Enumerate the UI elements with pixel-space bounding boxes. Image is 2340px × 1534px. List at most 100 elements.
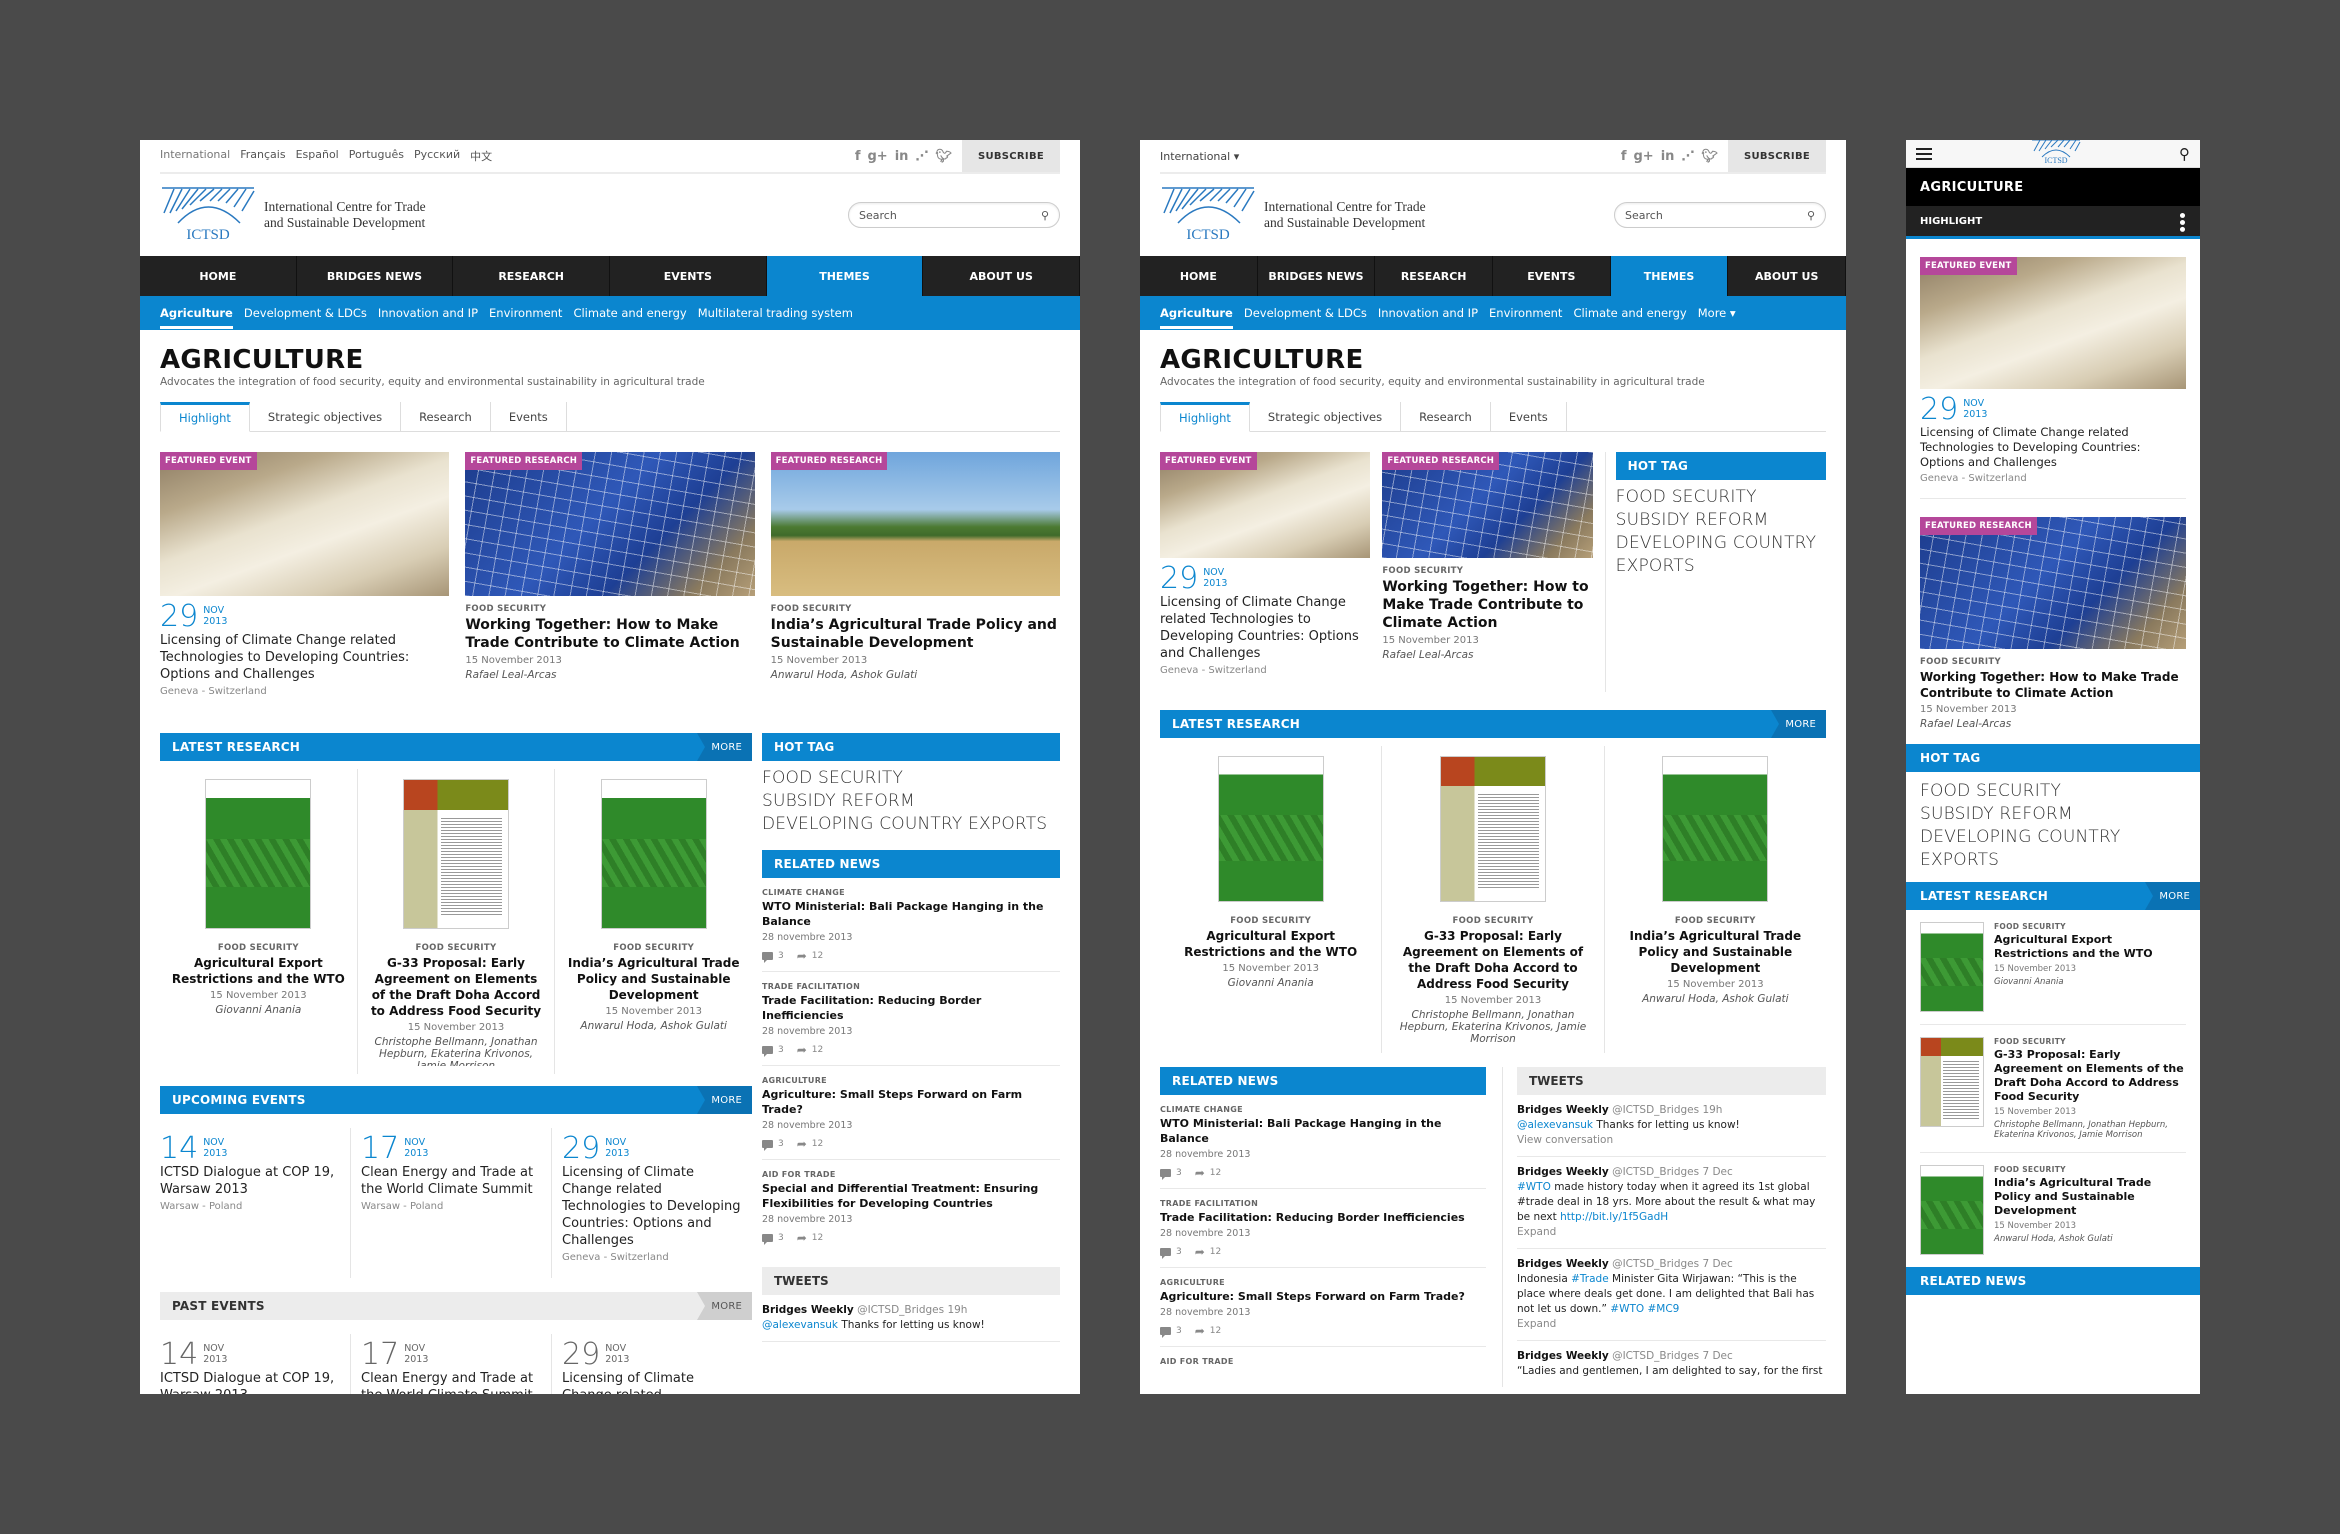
event-item[interactable]: 14 NOV2013 ICTSD Dialogue at COP 19, Wars… (160, 1128, 351, 1278)
news-title[interactable]: Trade Facilitation: Reducing Border Inef… (762, 993, 1060, 1023)
featured-image[interactable]: FEATURED EVENT (160, 452, 450, 596)
more-options-icon[interactable]: ••• (2173, 211, 2189, 232)
hot-tag[interactable]: FOOD SECURITY (762, 767, 1060, 790)
share-icon[interactable]: ➦ (797, 949, 807, 963)
event-title[interactable]: Licensing of Climate Change related Tech… (1160, 594, 1370, 662)
event-title[interactable]: Licensing of Climate Change related Tech… (160, 632, 449, 683)
logo[interactable]: ICTSD International Centre for Trade and… (1160, 187, 1426, 243)
lang-link[interactable]: International (160, 148, 230, 164)
comment-icon[interactable] (1160, 1248, 1171, 1259)
event-item[interactable]: 29 NOV2013 Licensing of Climate Change re… (552, 1334, 752, 1395)
featured-research-card[interactable]: FEATURED RESEARCH FOOD SECURITY Working … (465, 452, 755, 697)
event-title[interactable]: Licensing of Climate Change related Tech… (562, 1370, 742, 1394)
event-title[interactable]: ICTSD Dialogue at COP 19, Warsaw 2013 (160, 1164, 340, 1198)
logo[interactable]: ICTSD (2030, 140, 2082, 169)
lang-link[interactable]: Русский (414, 148, 460, 164)
subnav-agriculture[interactable]: Agriculture (160, 297, 233, 329)
tab-highlight[interactable]: Highlight (1160, 402, 1250, 432)
share-icon[interactable]: ➦ (1195, 1245, 1205, 1259)
subnav-innovation[interactable]: Innovation and IP (378, 306, 478, 320)
more-button[interactable]: MORE (2145, 882, 2200, 910)
research-cover[interactable] (1920, 1037, 1984, 1127)
lang-link[interactable]: Français (240, 148, 285, 164)
tweet-author[interactable]: Bridges Weekly (1517, 1104, 1609, 1116)
research-cover[interactable] (1920, 1165, 1984, 1255)
facebook-icon[interactable]: f (855, 149, 861, 164)
research-cover[interactable] (403, 779, 509, 929)
event-title[interactable]: ICTSD Dialogue at COP 19, Warsaw 2013 (160, 1370, 340, 1394)
subscribe-button[interactable]: SUBSCRIBE (1727, 140, 1826, 172)
nav-research[interactable]: RESEARCH (453, 256, 611, 296)
rss-icon[interactable]: ⋰ (1681, 149, 1694, 164)
featured-image[interactable]: FEATURED EVENT (1160, 452, 1371, 558)
research-cover[interactable] (205, 779, 312, 929)
featured-image[interactable]: FEATURED EVENT (1920, 257, 2186, 389)
news-item[interactable]: TRADE FACILITATION Trade Facilitation: R… (1160, 1189, 1486, 1268)
subnav-multilateral[interactable]: Multilateral trading system (698, 306, 853, 320)
rss-icon[interactable]: ⋰ (915, 149, 928, 164)
tab-research[interactable]: Research (1401, 402, 1491, 431)
subnav-climate[interactable]: Climate and energy (1573, 306, 1686, 320)
event-title[interactable]: Clean Energy and Trade at the World Clim… (361, 1164, 541, 1198)
hot-tag[interactable]: DEVELOPING COUNTRY EXPORTS (1616, 532, 1826, 578)
research-title[interactable]: Working Together: How to Make Trade Cont… (1920, 669, 2186, 701)
event-item[interactable]: 14 NOV2013 ICTSD Dialogue at COP 19, Wars… (160, 1334, 351, 1394)
event-item[interactable]: 17 NOV2013 Clean Energy and Trade at the … (351, 1334, 552, 1394)
facebook-icon[interactable]: f (1621, 149, 1627, 164)
hamburger-menu-icon[interactable] (1916, 147, 1932, 160)
hot-tag[interactable]: DEVELOPING COUNTRY EXPORTS (762, 813, 1060, 836)
event-title[interactable]: Licensing of Climate Change related Tech… (1920, 425, 2186, 470)
research-title[interactable]: G-33 Proposal: Early Agreement on Elemen… (1994, 1048, 2186, 1104)
subnav-development[interactable]: Development & LDCs (1244, 306, 1367, 320)
nav-themes[interactable]: THEMES (766, 256, 924, 296)
nav-bridges-news[interactable]: BRIDGES NEWS (297, 256, 454, 296)
twitter-icon[interactable]: 🐦︎ (1701, 149, 1718, 164)
research-title[interactable]: Agricultural Export Restrictions and the… (170, 955, 347, 987)
hot-tag[interactable]: FOOD SECURITY (1920, 780, 2186, 803)
more-button[interactable]: MORE (1771, 710, 1826, 738)
nav-about-us[interactable]: ABOUT US (923, 256, 1080, 296)
tweet-hashtag[interactable]: #WTO (1517, 1181, 1551, 1193)
nav-themes[interactable]: THEMES (1610, 256, 1729, 296)
news-item[interactable]: AGRICULTURE Agriculture: Small Steps For… (762, 1066, 1060, 1160)
subnav-agriculture[interactable]: Agriculture (1160, 297, 1233, 329)
section-selector[interactable]: HIGHLIGHT ••• (1906, 206, 2200, 239)
view-conversation-link[interactable]: View conversation (1517, 1134, 1613, 1146)
hot-tag[interactable]: SUBSIDY REFORM (1920, 803, 2186, 826)
share-icon[interactable]: ➦ (1195, 1324, 1205, 1338)
news-item[interactable]: TRADE FACILITATION Trade Facilitation: R… (762, 972, 1060, 1066)
news-item[interactable]: AID FOR TRADE (1160, 1347, 1486, 1374)
featured-image[interactable]: FEATURED RESEARCH (465, 452, 755, 596)
tweet-author[interactable]: Bridges Weekly (1517, 1166, 1609, 1178)
research-item[interactable]: FOOD SECURITY G-33 Proposal: Early Agree… (1382, 746, 1605, 1053)
research-cover[interactable] (1217, 756, 1324, 902)
event-title[interactable]: Licensing of Climate Change related Tech… (562, 1164, 742, 1249)
research-item[interactable]: FOOD SECURITY Agricultural Export Restric… (1920, 910, 2186, 1025)
hot-tag[interactable]: SUBSIDY REFORM (1616, 509, 1826, 532)
lang-link[interactable]: Português (349, 148, 404, 164)
expand-link[interactable]: Expand (1517, 1226, 1556, 1238)
tab-highlight[interactable]: Highlight (160, 402, 250, 432)
language-select[interactable]: International ▾ (1160, 150, 1239, 163)
language-dropdown[interactable]: International ▾ (1160, 150, 1621, 163)
news-item[interactable]: AID FOR TRADE Special and Differential T… (762, 1160, 1060, 1253)
news-title[interactable]: Special and Differential Treatment: Ensu… (762, 1181, 1060, 1211)
research-item[interactable]: FOOD SECURITY G-33 Proposal: Early Agree… (358, 769, 556, 1074)
research-title[interactable]: G-33 Proposal: Early Agreement on Elemen… (368, 955, 545, 1019)
news-title[interactable]: Agriculture: Small Steps Forward on Farm… (1160, 1289, 1486, 1304)
tweet-mention[interactable]: @alexevansuk (762, 1319, 838, 1331)
subnav-development[interactable]: Development & LDCs (244, 306, 367, 320)
comment-icon[interactable] (762, 1140, 773, 1151)
tab-research[interactable]: Research (401, 402, 491, 431)
lang-link[interactable]: 中文 (470, 148, 492, 164)
nav-events[interactable]: EVENTS (610, 256, 767, 296)
nav-research[interactable]: RESEARCH (1375, 256, 1494, 296)
linkedin-icon[interactable]: in (895, 149, 909, 164)
comment-icon[interactable] (1160, 1169, 1171, 1180)
search-icon[interactable]: ⚲ (1807, 209, 1815, 222)
subscribe-button[interactable]: SUBSCRIBE (961, 140, 1060, 172)
news-title[interactable]: WTO Ministerial: Bali Package Hanging in… (762, 899, 1060, 929)
nav-home[interactable]: HOME (140, 256, 297, 296)
comment-icon[interactable] (762, 1046, 773, 1057)
event-title[interactable]: Clean Energy and Trade at the World Clim… (361, 1370, 541, 1394)
